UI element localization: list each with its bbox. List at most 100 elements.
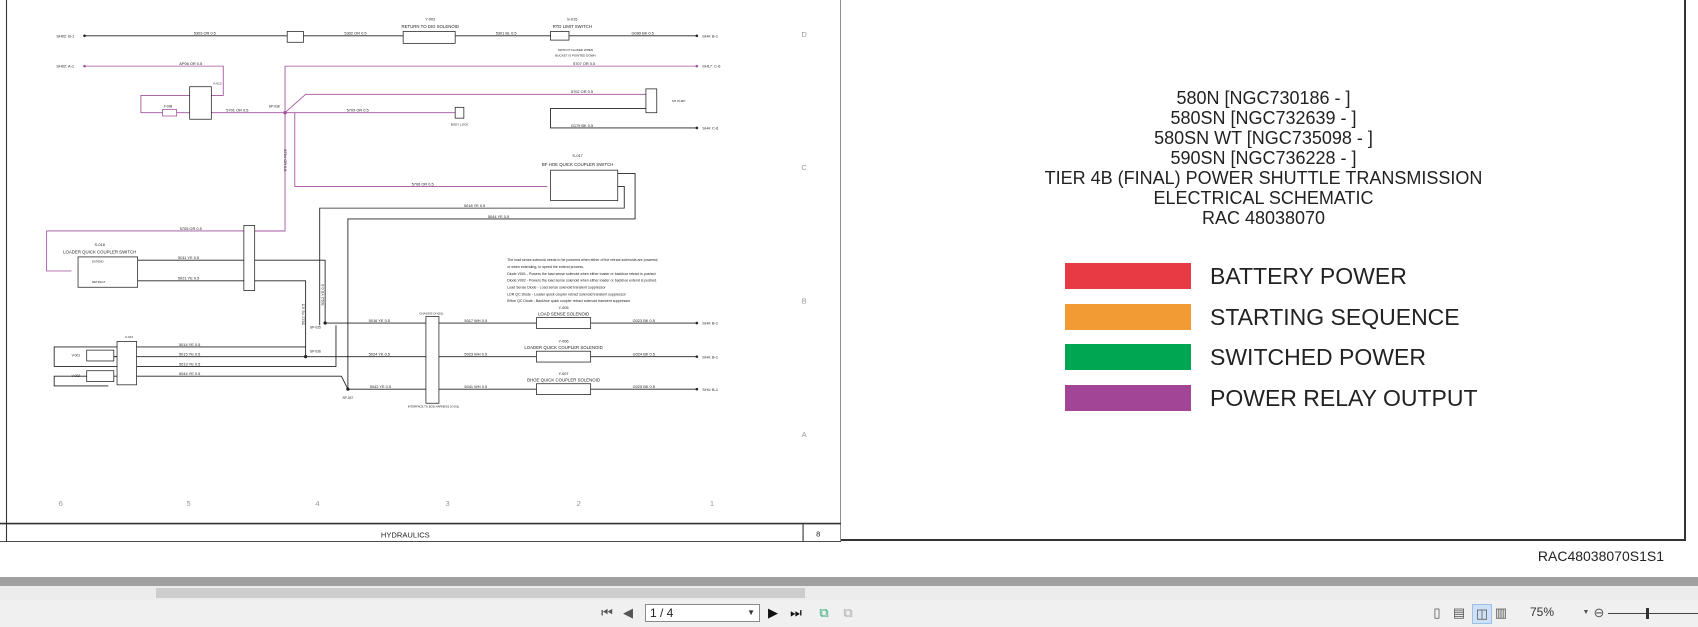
sheet-ref: SH17: C-6 [702, 64, 720, 69]
wire-label: AP06 OR 0.5 [179, 61, 202, 66]
diode-label: V-002 [72, 374, 81, 378]
legend-label-relay: POWER RELAY OUTPUT [1210, 385, 1478, 411]
sheet-ref: SH4: B-1 [702, 321, 718, 326]
prev-page-icon[interactable]: ◀ [622, 604, 634, 622]
next-page-icon[interactable]: ▶ [767, 604, 779, 622]
wire-label: 5024 YE 0.5 [369, 352, 390, 357]
zoom-slider-thumb[interactable] [1646, 608, 1649, 619]
note-line: The load sense solenoid needs to be powe… [507, 258, 658, 262]
sheet-ref: SH4: B-1 [702, 387, 718, 392]
component-id: S-018 [95, 242, 105, 247]
schematic-title: TIER 4B (FINAL) POWER SHUTTLE TRANSMISSI… [1044, 168, 1483, 188]
component-id: K-013 [214, 82, 222, 86]
document-id: RAC48038070S1S1 [1537, 548, 1664, 564]
horizontal-scrollbar[interactable] [0, 586, 1698, 600]
component-name: BHOE QUICK COUPLER SOLENOID [527, 378, 600, 383]
grid-row-label: D [801, 30, 807, 39]
single-page-icon[interactable]: ▯ [1430, 604, 1444, 622]
wire-label: 5702 OR 0.5 [571, 89, 593, 94]
grid-col-label: 3 [445, 499, 449, 508]
component-id: Y-006 [559, 339, 569, 344]
model-line: 580SN [NGC732639 - ] [1170, 108, 1357, 128]
wire-label: 5011 YE 0.5 [178, 255, 199, 260]
wire-label: G089 BK 0.5 [632, 31, 654, 36]
legend-swatch-starting [1065, 304, 1191, 330]
wire-label: 5044 YE 0.5 [488, 214, 509, 219]
wire-label: 5303 OR 0.5 [194, 31, 216, 36]
wire-label: 5301 BL 0.5 [496, 31, 517, 36]
zoom-dropdown-icon[interactable]: ▼ [1582, 604, 1590, 622]
wire-label: 5704 OR 0.5 [283, 149, 288, 171]
wire-label: G025 BK 0.5 [633, 384, 655, 389]
wire-label: 5014 YE 0.5 [179, 342, 200, 347]
grid-col-label: 5 [186, 499, 190, 508]
grid-col-label: 2 [577, 499, 581, 508]
wire-label: 5041 WH 0.5 [464, 384, 487, 389]
legend-swatch-relay [1065, 385, 1191, 411]
model-line: 590SN [NGC736228 - ] [1170, 148, 1357, 168]
wire-label: 5018 YE 0.5 [464, 203, 485, 208]
wire-label: 5013 YE 0.5 [179, 361, 200, 366]
thumbnail-icon[interactable]: ⧉ [841, 604, 855, 622]
component-name: LOADER QUICK COUPLER SWITCH [63, 250, 136, 255]
wire-label: 5022 YE 0.5 [301, 304, 306, 325]
switch-position: RETRACT [92, 280, 105, 284]
page-dropdown-icon[interactable]: ▼ [747, 605, 755, 621]
zoom-slider[interactable] [1608, 613, 1698, 614]
page-number-input[interactable]: 1 / 4 ▼ [645, 604, 760, 622]
wire-label: 5701 OR 0.5 [226, 108, 248, 113]
schematic-subtitle: ELECTRICAL SCHEMATIC [1153, 188, 1374, 208]
grid-col-label: 1 [710, 499, 714, 508]
zoom-level[interactable]: 75% [1530, 605, 1554, 619]
component-id: S-017 [572, 153, 582, 158]
component-name: BODY LOCK [451, 123, 469, 127]
wire-label: 5042 YE 0.5 [370, 384, 391, 389]
switch-position: EXTEND [92, 259, 103, 263]
section-title: HYDRAULICS [381, 531, 430, 540]
first-page-icon[interactable]: ⏮ [600, 604, 614, 622]
diode-label: V-001 [72, 354, 81, 358]
wire-label: 5016 YE 0.5 [369, 318, 390, 323]
component-id: S-015 [567, 17, 577, 22]
wire-label: 5705 OR 0.5 [180, 226, 202, 231]
wire-label: G024 BK 0.5 [633, 352, 655, 357]
note-line: Diode V001 - Powers the load sense solen… [507, 272, 656, 276]
grid-col-label: 4 [315, 499, 319, 508]
wire-label: 5015 YE 0.5 [179, 352, 200, 357]
connector-label: INTERFACE TO BOD HARNESS (X-001) [408, 405, 460, 409]
zoom-out-icon[interactable]: ⊖ [1592, 604, 1606, 622]
splice-label: SP-035 [310, 325, 321, 329]
model-line: 580SN WT [NGC735098 - ] [1154, 128, 1373, 148]
document-number: RAC 48038070 [1201, 208, 1326, 228]
sheet-ref: SH02: B-1 [56, 33, 74, 38]
wire-label: G179 BK 0.5 [571, 123, 593, 128]
splice-label: SP-037 [342, 396, 353, 400]
component-name: LOAD SENSE SOLENOID [538, 311, 589, 316]
two-page-icon[interactable]: ◫ [1472, 604, 1492, 624]
splice-label: SP-038 [269, 104, 280, 108]
rotate-icon[interactable]: ⧉ [817, 604, 831, 622]
splice-label: SP-036 [310, 349, 321, 353]
grid-col-label: 6 [59, 499, 63, 508]
sheet-ref: SH4: B-1 [702, 33, 718, 38]
wire-label: 5709 OR 0.5 [347, 108, 369, 113]
grid-row-label: C [801, 163, 807, 172]
cover-panel: 580N [NGC730186 - ] 580SN [NGC732639 - ]… [841, 0, 1686, 541]
last-page-icon[interactable]: ⏭ [789, 604, 803, 622]
scrollbar-thumb[interactable] [156, 588, 805, 598]
component-id: Y-002 [425, 17, 435, 22]
connector-label: X-013 [125, 335, 133, 339]
legend-swatch-switched [1065, 344, 1191, 370]
facing-icon[interactable]: ▥ [1494, 604, 1508, 622]
continuous-icon[interactable]: ▤ [1452, 604, 1466, 622]
page-number: 8 [816, 530, 820, 539]
note-line: Diode V002 - Powers the load sense solen… [507, 279, 657, 283]
component-id: Y-007 [559, 371, 569, 376]
viewer-divider [0, 577, 1698, 586]
sheet-ref: SH02: A-1 [56, 64, 74, 69]
note-line: or when extending, to speed the extend p… [507, 265, 584, 269]
component-name: RETURN TO DIG SOLENOID [401, 24, 459, 29]
legend-label-switched: SWITCHED POWER [1210, 344, 1426, 370]
legend-label-starting: STARTING SEQUENCE [1210, 304, 1460, 330]
sheet-ref: SH4: B-1 [702, 354, 718, 359]
